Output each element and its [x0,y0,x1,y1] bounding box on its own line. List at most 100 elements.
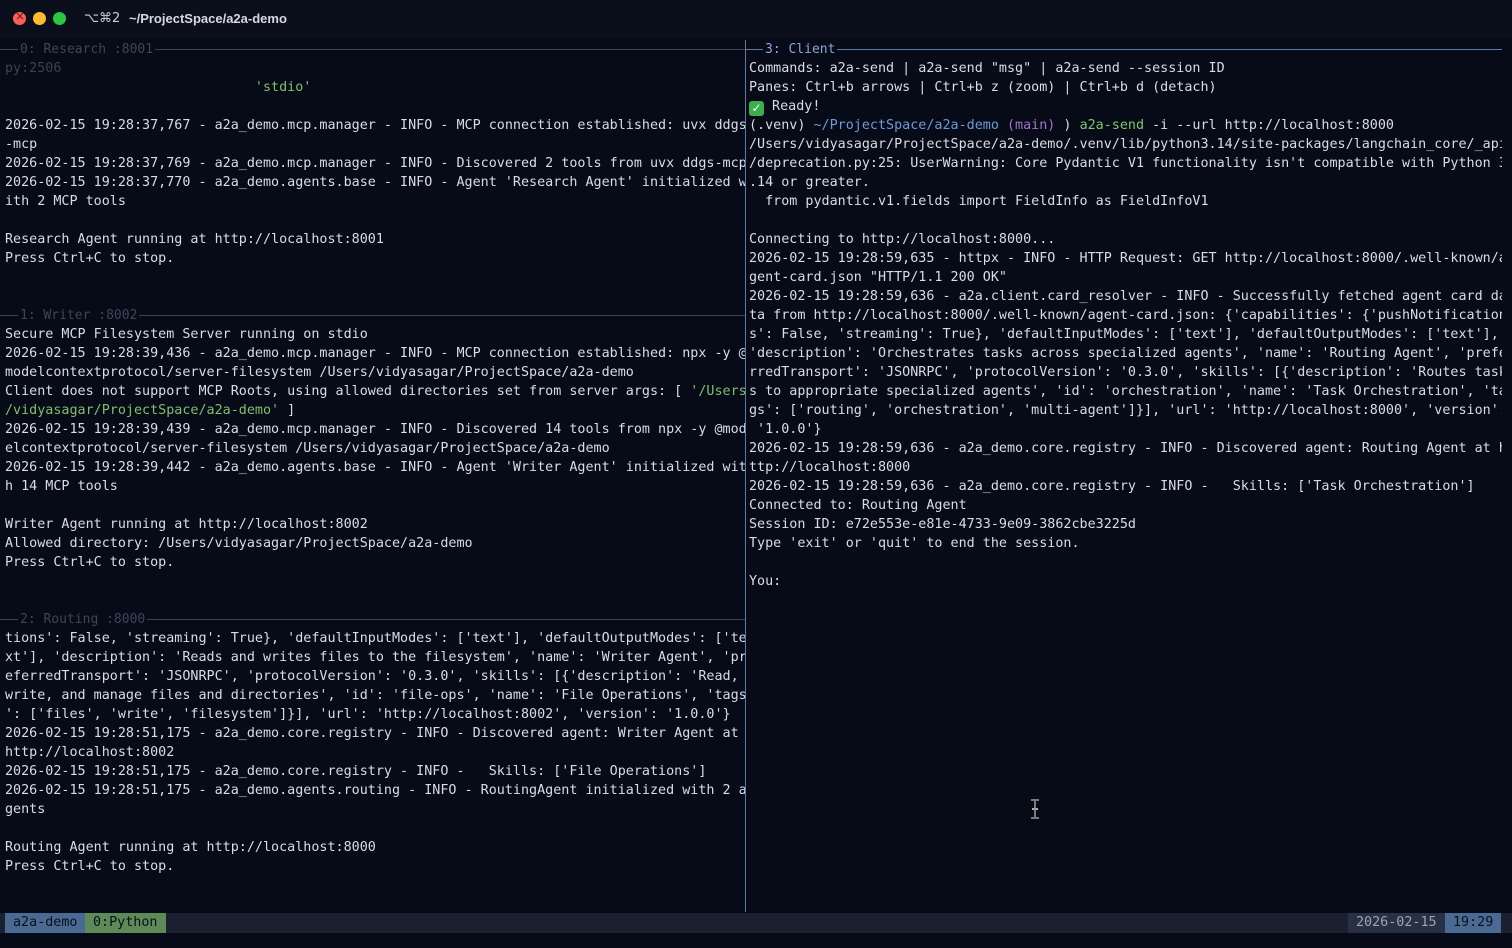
terminal-text: s': False, 'streaming': True}, 'defaultI… [749,327,1499,342]
terminal-text: 2026-02-15 19:28:51,175 - a2a_demo.core.… [5,764,707,779]
terminal-line: write, and manage files and directories'… [5,686,745,705]
terminal-text: gs': ['routing', 'orchestration', 'multi… [749,403,1502,418]
window-shortcut: ⌥⌘2 [84,11,121,26]
terminal-text: /vidyasagar/ProjectSpace/a2a-demo' [5,403,280,418]
terminal-text: 2026-02-15 19:28:39,436 - a2a_demo.mcp.m… [5,346,745,361]
terminal-text: h 14 MCP tools [5,479,118,494]
pane-title: 2: Routing :8000 [18,610,148,629]
status-window-tab[interactable]: 0:Python [85,913,166,933]
pane-header: 0: Research :8001 [0,40,745,59]
window-title: ~/ProjectSpace/a2a-demo [129,11,287,26]
close-window-button[interactable] [13,9,26,25]
terminal-line: xt'], 'description': 'Reads and writes f… [5,648,745,667]
terminal-line: -mcp [5,135,745,154]
terminal-text: You: [749,574,782,589]
terminal-line: .14 or greater. [749,173,1502,192]
terminal-text: ] [279,403,296,418]
terminal-output: tions': False, 'streaming': True}, 'defa… [5,629,745,876]
pane-header: 3: Client [745,40,1502,59]
terminal-text: write, and manage files and directories'… [5,688,745,703]
minimize-window-button[interactable] [33,12,46,25]
terminal-output: py:2506 'stdio' 2026-02-15 19:28:37,767 -… [5,59,745,268]
terminal-text: rredTransport': 'JSONRPC', 'protocolVers… [749,365,1502,380]
terminal-text: -i --url http://localhost:8000 [1144,118,1394,133]
terminal-line: gs': ['routing', 'orchestration', 'multi… [749,401,1502,420]
tmux-status-bar: a2a-demo 0:Python 2026-02-15 19:29 [0,913,1512,933]
terminal-line: Session ID: e72e553e-e81e-4733-9e09-3862… [749,515,1502,534]
terminal-text: Panes: Ctrl+b arrows | Ctrl+b z (zoom) |… [749,80,1217,95]
terminal-line: ttp://localhost:8000 [749,458,1502,477]
terminal-text: /Users/vidyasagar/ProjectSpace/a2a-demo/… [749,137,1502,152]
terminal-text: Type 'exit' or 'quit' to end the session… [749,536,1080,551]
pane-title: 1: Writer :8002 [18,306,140,325]
terminal-text: Routing Agent running at http://localhos… [5,840,376,855]
terminal-line: ith 2 MCP tools [5,192,745,211]
status-session-name: a2a-demo [5,913,86,933]
terminal-text: 2026-02-15 19:28:59,635 - httpx - INFO -… [749,251,1502,266]
terminal-line: Research Agent running at http://localho… [5,230,745,249]
terminal-line: h 14 MCP tools [5,477,745,496]
terminal-line: ✓ Ready! [749,97,1502,116]
terminal-line: 'description': 'Orchestrates tasks acros… [749,344,1502,363]
terminal-text: 2026-02-15 19:28:39,439 - a2a_demo.mcp.m… [5,422,745,437]
terminal-text: 2026-02-15 19:28:59,636 - a2a_demo.core.… [749,441,1502,456]
maximize-window-button[interactable] [53,12,66,25]
terminal-line: /deprecation.py:25: UserWarning: Core Py… [749,154,1502,173]
terminal-line: Press Ctrl+C to stop. [5,249,745,268]
terminal-line: 2026-02-15 19:28:37,770 - a2a_demo.agent… [5,173,745,192]
pane-title: 0: Research :8001 [18,40,156,59]
pane-routing[interactable]: 2: Routing :8000 tions': False, 'streami… [0,610,745,913]
terminal-text: py:2506 [5,61,62,76]
terminal-text: ta from http://localhost:8000/.well-know… [749,308,1502,323]
terminal-output[interactable]: Commands: a2a-send | a2a-send "msg" | a2… [749,59,1502,591]
terminal-text: 'description': 'Orchestrates tasks acros… [749,346,1502,361]
terminal-text: ': ['files', 'write', 'filesystem']}], '… [5,707,731,722]
pane-header: 1: Writer :8002 [0,306,745,325]
terminal-line: Client does not support MCP Roots, using… [5,382,745,401]
pane-research[interactable]: 0: Research :8001 py:2506 'stdio' 2026-02… [0,40,745,306]
title-bar: ⌥⌘2 ~/ProjectSpace/a2a-demo [0,0,1512,38]
terminal-line: s': False, 'streaming': True}, 'defaultI… [749,325,1502,344]
terminal-text: 2026-02-15 19:28:59,636 - a2a.client.car… [749,289,1502,304]
terminal-text: ttp://localhost:8000 [749,460,911,475]
terminal-line: ': ['files', 'write', 'filesystem']}], '… [5,705,745,724]
terminal-text: Commands: a2a-send | a2a-send "msg" | a2… [749,61,1225,76]
terminal-text: Allowed directory: /Users/vidyasagar/Pro… [5,536,473,551]
terminal-text: Research Agent running at http://localho… [5,232,384,247]
terminal-line: 2026-02-15 19:28:39,442 - a2a_demo.agent… [5,458,745,477]
terminal-line: 2026-02-15 19:28:59,636 - a2a_demo.core.… [749,477,1502,496]
terminal-line: eferredTransport': 'JSONRPC', 'protocolV… [5,667,745,686]
terminal-text: Client does not support MCP Roots, using… [5,384,691,399]
terminal-text: 2026-02-15 19:28:39,442 - a2a_demo.agent… [5,460,745,475]
terminal-text: /deprecation.py:25: UserWarning: Core Py… [749,156,1502,171]
terminal-line: Routing Agent running at http://localhos… [5,838,745,857]
terminal-line: Allowed directory: /Users/vidyasagar/Pro… [5,534,745,553]
terminal-text: 2026-02-15 19:28:51,175 - a2a_demo.core.… [5,726,739,741]
terminal-line: /Users/vidyasagar/ProjectSpace/a2a-demo/… [749,135,1502,154]
check-mark-icon: ✓ [749,101,764,116]
terminal-text: '1.0.0'} [749,422,822,437]
terminal-text: from pydantic.v1.fields import FieldInfo… [749,194,1209,209]
terminal-line: 2026-02-15 19:28:39,439 - a2a_demo.mcp.m… [5,420,745,439]
terminal-line: 2026-02-15 19:28:59,636 - a2a_demo.core.… [749,439,1502,458]
terminal-output: Secure MCP Filesystem Server running on … [5,325,745,572]
terminal-line: Panes: Ctrl+b arrows | Ctrl+b z (zoom) |… [749,78,1502,97]
terminal-line: Writer Agent running at http://localhost… [5,515,745,534]
pane-writer[interactable]: 1: Writer :8002 Secure MCP Filesystem Se… [0,306,745,610]
status-time: 19:29 [1445,913,1502,933]
terminal-text: (.venv) [749,118,814,133]
terminal-text: Connecting to http://localhost:8000... [749,232,1056,247]
terminal-text: Session ID: e72e553e-e81e-4733-9e09-3862… [749,517,1136,532]
terminal-line: 2026-02-15 19:28:39,436 - a2a_demo.mcp.m… [5,344,745,363]
terminal-line: modelcontextprotocol/server-filesystem /… [5,363,745,382]
terminal-line: from pydantic.v1.fields import FieldInfo… [749,192,1502,211]
terminal-text: tions': False, 'streaming': True}, 'defa… [5,631,745,646]
terminal-text: Press Ctrl+C to stop. [5,555,175,570]
pane-client[interactable]: 3: Client Commands: a2a-send | a2a-send … [745,40,1502,913]
terminal-text: Secure MCP Filesystem Server running on … [5,327,368,342]
terminal-line: Secure MCP Filesystem Server running on … [5,325,745,344]
terminal-text: Writer Agent running at http://localhost… [5,517,368,532]
